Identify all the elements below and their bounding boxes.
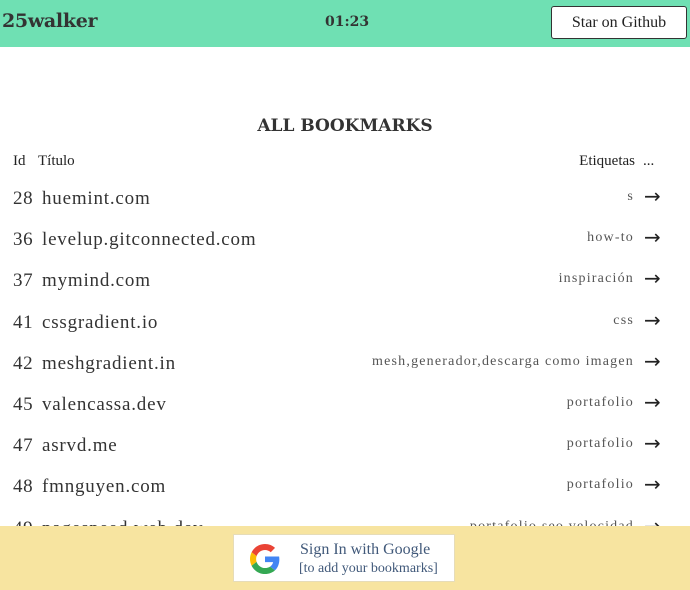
google-icon (250, 544, 280, 574)
bookmark-row[interactable]: 42 meshgradient.in mesh,generador,descarga… (0, 343, 690, 384)
bookmark-title: asrvd.me (42, 435, 118, 457)
bookmark-id: 28 (13, 188, 34, 209)
bookmark-tags: mesh,generador,descarga como imagen (372, 353, 634, 369)
arrow-right-icon[interactable]: → (644, 308, 661, 332)
arrow-right-icon[interactable]: → (644, 431, 661, 455)
bookmark-row[interactable]: 45 valencassa.dev portafolio → (0, 384, 690, 425)
bookmark-row[interactable]: 47 asrvd.me portafolio → (0, 425, 690, 466)
column-header-id: Id (13, 153, 26, 169)
bookmark-title: meshgradient.in (42, 352, 176, 374)
arrow-right-icon[interactable]: → (644, 225, 661, 249)
bookmark-tags: inspiración (558, 271, 634, 287)
bookmark-title: mymind.com (42, 270, 151, 292)
column-header-title: Título (38, 153, 75, 169)
bookmark-title: fmnguyen.com (42, 476, 167, 498)
bookmark-tags: portafolio,seo,velocidad (470, 519, 634, 526)
bookmark-id: 41 (13, 311, 34, 333)
star-on-github-button[interactable]: Star on Github (551, 6, 687, 39)
column-header-tags: Etiquetas (579, 153, 635, 169)
footer-bar: Sign In with Google [to add your bookmar… (0, 526, 690, 590)
bookmark-tags: how-to (587, 230, 634, 246)
google-sign-in-button[interactable]: Sign In with Google [to add your bookmar… (233, 534, 455, 582)
bookmark-id: 42 (13, 352, 34, 374)
bookmark-id: 47 (13, 435, 34, 457)
bookmark-id: 37 (13, 270, 34, 292)
bookmark-row[interactable]: 37 mymind.com inspiración → (0, 260, 690, 301)
brand-logo[interactable]: 25walker (2, 10, 98, 32)
bookmark-title: valencassa.dev (42, 394, 167, 415)
sign-in-subtitle: [to add your bookmarks] (299, 561, 438, 576)
clock: 01:23 (325, 14, 370, 30)
bookmark-tags: portafolio (566, 436, 634, 452)
bookmark-title: cssgradient.io (42, 311, 159, 333)
top-bar: 25walker 01:23 Star on Github (0, 0, 690, 47)
bookmark-id: 45 (13, 394, 34, 415)
bookmark-row[interactable]: 41 cssgradient.io css → (0, 302, 690, 343)
bookmark-row[interactable]: 36 levelup.gitconnected.com how-to → (0, 219, 690, 260)
arrow-right-icon[interactable]: → (644, 266, 661, 290)
arrow-right-icon[interactable]: → (644, 349, 661, 373)
bookmark-title: levelup.gitconnected.com (42, 229, 257, 251)
page-title: ALL BOOKMARKS (257, 116, 433, 136)
bookmark-row[interactable]: 28 huemint.com s → (0, 178, 690, 219)
bookmark-title: huemint.com (42, 188, 151, 209)
bookmark-tags: portafolio (566, 477, 634, 493)
arrow-right-icon[interactable]: → (644, 390, 661, 414)
bookmark-id: 36 (13, 229, 34, 251)
bookmark-tags: s (627, 189, 634, 204)
bookmark-tags: css (613, 312, 634, 328)
bookmark-title: pagespeed.web.dev (42, 518, 203, 526)
bookmark-row[interactable]: 49 pagespeed.web.dev portafolio,seo,veloci… (0, 508, 690, 526)
bookmark-list: 28 huemint.com s → 36 levelup.gitconnected.co… (0, 178, 690, 526)
bookmark-row[interactable]: 48 fmnguyen.com portafolio → (0, 466, 690, 507)
sign-in-label: Sign In with Google (300, 541, 431, 558)
arrow-right-icon[interactable]: → (644, 472, 661, 496)
bookmark-id: 48 (13, 476, 34, 498)
column-header-more: ... (643, 153, 655, 169)
bookmark-id: 49 (13, 518, 33, 526)
arrow-right-icon[interactable]: → (644, 184, 661, 208)
bookmark-tags: portafolio (566, 395, 634, 410)
arrow-right-icon[interactable]: → (644, 514, 661, 526)
